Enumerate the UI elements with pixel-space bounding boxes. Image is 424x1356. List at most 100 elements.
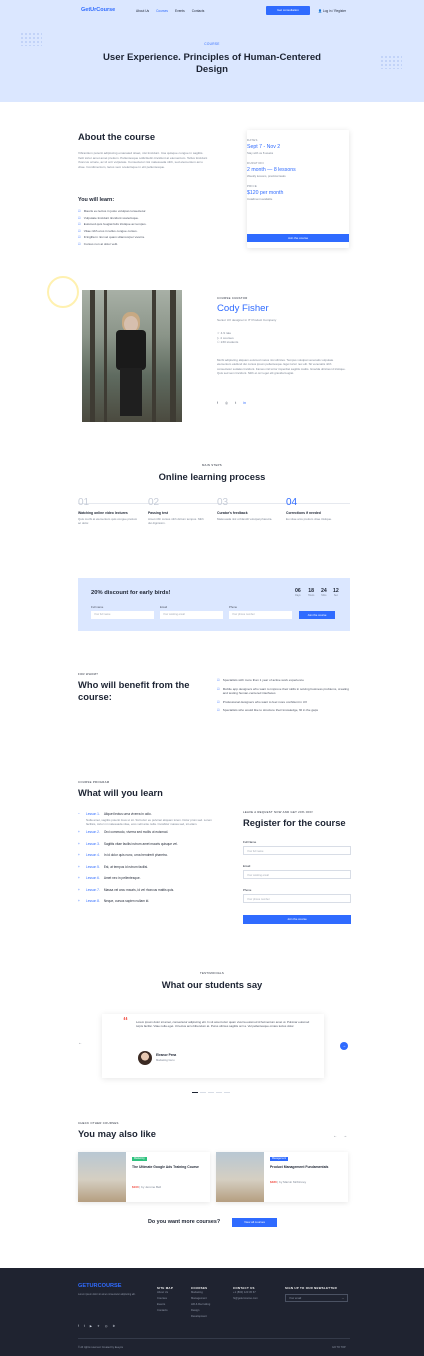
step-text: Quis morbi at elementum quis congue pret…: [78, 517, 138, 526]
course-card[interactable]: Marketing The Ultimate Google Ads Traini…: [78, 1152, 210, 1202]
logo[interactable]: GetUrCourse: [81, 7, 115, 13]
footer-contacts: CONTACT US +1 (800) 123 45 67 hi@geturco…: [233, 1286, 258, 1302]
twitter-icon[interactable]: t: [235, 401, 236, 405]
lesson-item[interactable]: + Lesson 8. Neque, cursus sapien nullam id…: [78, 899, 218, 903]
dots-decoration: [380, 55, 402, 69]
testimonial-card: “ Lorem ipsum dolor sit amet, consectetu…: [102, 1014, 324, 1078]
arrow-left-icon: ←: [78, 1040, 82, 1045]
lesson-details: Nulla amet, sagittis potenti risus ut si…: [86, 818, 212, 827]
carousel-dot[interactable]: [200, 1092, 206, 1093]
curator-bio: Morbi adipiscing aliquam euismod metus n…: [217, 358, 346, 375]
facebook-icon[interactable]: f: [78, 1324, 79, 1328]
footer-link[interactable]: Contacts: [157, 1308, 173, 1314]
plus-icon: +: [78, 899, 80, 904]
price-label: PRICE: [247, 184, 258, 188]
lesson-item[interactable]: + Lesson 6. Amet nec in pellentesque.: [78, 876, 218, 880]
login-link[interactable]: 👤 Log in / Register: [318, 9, 346, 13]
price-value: $120 per month: [247, 190, 284, 196]
step-text: Eu vitae arcu pretium vitae tristique.: [286, 517, 332, 521]
check-icon: ☑: [217, 686, 220, 691]
footer-email[interactable]: hi@geturcourse.com: [233, 1296, 258, 1302]
countdown-mins: 24 Mins: [321, 588, 327, 597]
go-to-top-link[interactable]: GO TO TOP: [332, 1346, 346, 1349]
step-number: 01: [78, 497, 90, 508]
footer-courses: COURSES Marketing Management HR & Recrui…: [191, 1286, 210, 1320]
register-name-label: Full Name: [243, 840, 257, 844]
minus-icon: −: [78, 812, 80, 816]
join-course-button[interactable]: Join the course: [247, 234, 349, 242]
lesson-item[interactable]: + Lesson 7. Massa vel arcu mauris, id vel …: [78, 888, 218, 892]
promo-title: 20% discount for early birds!: [91, 590, 171, 596]
step-title: Passing test: [148, 511, 168, 515]
promo-join-button[interactable]: Join the course: [299, 611, 335, 619]
course-card[interactable]: Management Product Management Fundamenta…: [216, 1152, 348, 1202]
prev-testimonial-button[interactable]: ←: [76, 1039, 84, 1047]
benefit-item: ☑ Specialists who would like to structure…: [217, 708, 319, 713]
linkedin-icon[interactable]: in: [113, 1324, 115, 1328]
testimonial-quote: Lorem ipsum dolor sit amet, consectetur …: [136, 1020, 310, 1029]
hero: COURSE User Experience. Principles of Hu…: [0, 22, 424, 102]
register-email-input[interactable]: Your working email: [243, 870, 351, 879]
also-next-button[interactable]: →: [343, 1133, 347, 1138]
check-icon: ☑: [78, 228, 81, 233]
register-title: Register for the course: [243, 817, 346, 828]
curator-photo: [82, 290, 182, 422]
promo-name-label: Full name: [91, 605, 104, 609]
telegram-icon[interactable]: ✈: [97, 1324, 100, 1328]
footer-logo[interactable]: GETURCOURSE: [78, 1283, 122, 1289]
lesson-item[interactable]: − Lesson 1. Aliquet lectus urna viverra in…: [78, 812, 218, 816]
testimonials-title: What our students say: [161, 979, 263, 990]
lesson-item[interactable]: + Lesson 2. Orci commodo, viverra sed moll…: [78, 830, 218, 834]
learn-list: ☑ Mauris eu lectus in justo volutpat cons…: [78, 208, 218, 247]
course-image: [216, 1152, 264, 1202]
benefit-item: ☑ Mobile app designers who want to improv…: [217, 686, 349, 696]
step-item: 02 Passing test Amet nibh cursus nibh di…: [148, 497, 208, 526]
quote-icon: “: [123, 1016, 128, 1027]
instagram-icon[interactable]: ◎: [225, 401, 228, 405]
duration-label: DURATION: [247, 161, 264, 165]
step-text: Malesuada nisl ut blandit volutpat phare…: [217, 517, 273, 521]
lesson-item[interactable]: + Lesson 3. Sagittis vitae facilisi rutrum…: [78, 842, 218, 846]
duration-text: Weekly lessons, practical tasks: [247, 174, 286, 178]
next-testimonial-button[interactable]: →: [340, 1042, 348, 1050]
carousel-dot-active[interactable]: [192, 1092, 198, 1093]
check-icon: ☑: [78, 209, 81, 213]
carousel-dot[interactable]: [216, 1092, 222, 1093]
promo-email-input[interactable]: Your working email: [160, 611, 223, 619]
youtube-icon[interactable]: ▶: [90, 1324, 92, 1328]
also-prev-button[interactable]: ←: [333, 1133, 337, 1138]
lesson-item[interactable]: + Lesson 4. In id dolor quis nunc, urna he…: [78, 853, 218, 857]
register-join-button[interactable]: Join the course: [243, 915, 351, 924]
footer: GETURCOURSE Lorem ipsum dolor sit amet c…: [0, 1268, 424, 1356]
get-consultation-button[interactable]: Get consultation: [266, 6, 310, 15]
view-all-courses-button[interactable]: View all courses: [232, 1218, 277, 1227]
linkedin-icon[interactable]: in: [243, 401, 246, 405]
learn-title: You will learn:: [78, 197, 115, 203]
register-name-input[interactable]: Your full name: [243, 846, 351, 855]
plus-icon: +: [78, 841, 80, 846]
facebook-icon[interactable]: f: [217, 401, 218, 405]
footer-link[interactable]: Development: [191, 1314, 210, 1320]
newsletter-input[interactable]: Your email →: [285, 1294, 348, 1302]
register-phone-input[interactable]: Your phone number: [243, 894, 351, 903]
footer-sitemap: SITE MAP About Us Courses Events Contact…: [157, 1286, 173, 1314]
menu-item-courses[interactable]: Courses: [156, 9, 168, 13]
arrow-right-icon: →: [343, 1133, 347, 1138]
carousel-dot[interactable]: [208, 1092, 214, 1093]
carousel-dot[interactable]: [224, 1092, 230, 1093]
promo-name-input[interactable]: Your full name: [91, 611, 154, 619]
avatar: [138, 1051, 152, 1065]
lesson-item[interactable]: + Lesson 5. Est, at tempus id rutrum facil…: [78, 865, 218, 869]
menu-item-events[interactable]: Events: [175, 9, 185, 13]
promo-phone-input[interactable]: Your phone number: [229, 611, 292, 619]
program-title: What will you learn: [78, 787, 163, 798]
arrow-right-icon[interactable]: →: [341, 1295, 344, 1303]
twitter-icon[interactable]: t: [84, 1324, 85, 1328]
register-email-label: Email: [243, 864, 251, 868]
instagram-icon[interactable]: ◎: [105, 1324, 108, 1328]
dates-value: Sept 7 - Nov 2: [247, 144, 281, 150]
footer-divider: [78, 1338, 350, 1339]
menu-item-about[interactable]: About Us: [136, 9, 149, 13]
menu-item-contacts[interactable]: Contacts: [192, 9, 205, 13]
course-badge: Marketing: [132, 1157, 147, 1161]
